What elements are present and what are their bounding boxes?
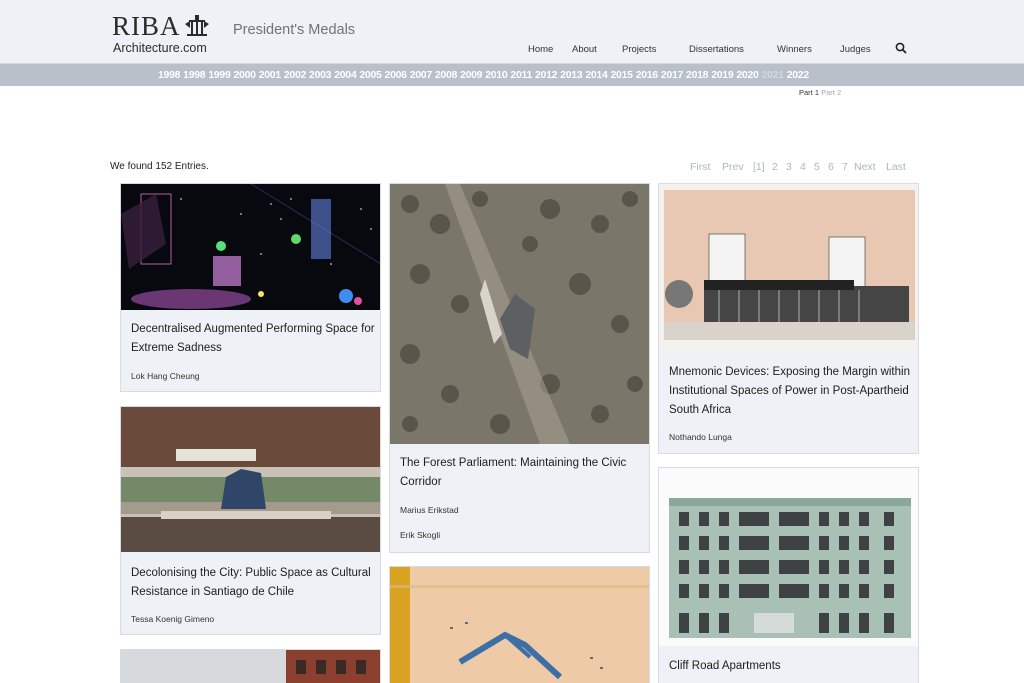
project-image[interactable] — [121, 184, 380, 310]
year-link-2011[interactable]: 2011 — [510, 69, 532, 81]
year-link-2006[interactable]: 2006 — [385, 69, 407, 81]
project-image[interactable] — [390, 567, 649, 683]
year-link-2000[interactable]: 2000 — [234, 69, 256, 81]
project-card[interactable]: The Forest Parliament: Maintaining the C… — [389, 183, 650, 553]
project-title[interactable]: Cliff Road Apartments — [669, 657, 914, 676]
pager-page[interactable]: 3 — [786, 161, 792, 173]
year-link-2014[interactable]: 2014 — [585, 69, 607, 81]
year-link-2022[interactable]: 2022 — [787, 69, 809, 81]
project-title[interactable]: The Forest Parliament: Maintaining the C… — [400, 454, 645, 492]
pager-page[interactable]: 5 — [814, 161, 820, 173]
year-link-1999[interactable]: 1999 — [208, 69, 230, 81]
crest-icon — [185, 15, 209, 36]
project-author[interactable]: Lok Hang Cheung — [131, 371, 200, 381]
project-image[interactable] — [390, 184, 649, 444]
pager-page[interactable]: 2 — [772, 161, 778, 173]
main-nav: Home About Projects Dissertations Winner… — [0, 44, 1024, 58]
search-icon[interactable] — [895, 42, 907, 54]
project-image[interactable] — [121, 407, 380, 552]
year-filter-bar: 1998 1998 1999 2000 2001 2002 2003 2004 2005 2006… — [0, 64, 1024, 86]
year-link-2016[interactable]: 2016 — [636, 69, 658, 81]
project-image[interactable] — [121, 650, 380, 683]
project-title[interactable]: Decentralised Augmented Performing Space… — [131, 320, 376, 358]
year-link-2012[interactable]: 2012 — [535, 69, 557, 81]
pager-page[interactable]: 4 — [800, 161, 806, 173]
site-title: President's Medals — [233, 22, 356, 38]
nav-judges[interactable]: Judges — [840, 44, 871, 55]
year-link-1998[interactable]: 1998 — [183, 69, 205, 81]
project-author[interactable]: Tessa Koenig Gimeno — [131, 614, 214, 624]
project-image[interactable] — [659, 184, 918, 349]
pager-current: [1] — [753, 161, 765, 173]
project-card[interactable]: Mnemonic Devices: Exposing the Margin wi… — [658, 183, 919, 454]
pager-next[interactable]: Next — [854, 161, 876, 173]
year-link-2003[interactable]: 2003 — [309, 69, 331, 81]
year-link-2005[interactable]: 2005 — [359, 69, 381, 81]
year-link-2017[interactable]: 2017 — [661, 69, 683, 81]
pager-last[interactable]: Last — [886, 161, 906, 173]
year-link-2009[interactable]: 2009 — [460, 69, 482, 81]
nav-home[interactable]: Home — [528, 44, 553, 55]
nav-projects[interactable]: Projects — [622, 44, 656, 55]
site-header: RIBA Architecture.com President's Medals… — [0, 0, 1024, 64]
project-card[interactable]: Decolonising the City: Public Space as C… — [120, 406, 381, 635]
year-link-2007[interactable]: 2007 — [410, 69, 432, 81]
pager-page[interactable]: 7 — [842, 161, 848, 173]
project-card[interactable] — [120, 649, 381, 683]
project-card[interactable]: Decentralised Augmented Performing Space… — [120, 183, 381, 392]
year-link-1998[interactable]: 1998 — [158, 69, 180, 81]
nav-about[interactable]: About — [572, 44, 597, 55]
year-link-2019[interactable]: 2019 — [711, 69, 733, 81]
nav-winners[interactable]: Winners — [777, 44, 812, 55]
project-author[interactable]: Erik Skogli — [400, 530, 440, 540]
year-link-2013[interactable]: 2013 — [560, 69, 582, 81]
year-link-2002[interactable]: 2002 — [284, 69, 306, 81]
project-card[interactable]: Cliff Road Apartments — [658, 467, 919, 683]
year-link-2018[interactable]: 2018 — [686, 69, 708, 81]
year-link-2021[interactable]: 2021 — [762, 69, 784, 81]
year-list: 1998 1998 1999 2000 2001 2002 2003 2004 2005 2006… — [158, 69, 812, 81]
project-title[interactable]: Mnemonic Devices: Exposing the Margin wi… — [669, 363, 914, 420]
project-image[interactable] — [659, 468, 918, 646]
year-link-2001[interactable]: 2001 — [259, 69, 281, 81]
year-link-2020[interactable]: 2020 — [736, 69, 758, 81]
results-count: We found 152 Entries. — [110, 161, 209, 172]
year-link-2010[interactable]: 2010 — [485, 69, 507, 81]
project-title[interactable]: Decolonising the City: Public Space as C… — [131, 564, 376, 602]
part-2-link[interactable]: Part 2 — [821, 88, 841, 97]
project-author[interactable]: Marius Erikstad — [400, 505, 459, 515]
pager-prev[interactable]: Prev — [722, 161, 744, 173]
project-author[interactable]: Nothando Lunga — [669, 432, 732, 442]
year-link-2015[interactable]: 2015 — [611, 69, 633, 81]
pager-first[interactable]: First — [690, 161, 710, 173]
logo-wordmark: RIBA — [112, 11, 181, 41]
part-selector: Part 1 Part 2 — [799, 88, 841, 97]
project-card[interactable] — [389, 566, 650, 683]
year-link-2008[interactable]: 2008 — [435, 69, 457, 81]
nav-dissertations[interactable]: Dissertations — [689, 44, 744, 55]
pager-page[interactable]: 6 — [828, 161, 834, 173]
year-link-2004[interactable]: 2004 — [334, 69, 356, 81]
part-1-link[interactable]: Part 1 — [799, 88, 819, 97]
